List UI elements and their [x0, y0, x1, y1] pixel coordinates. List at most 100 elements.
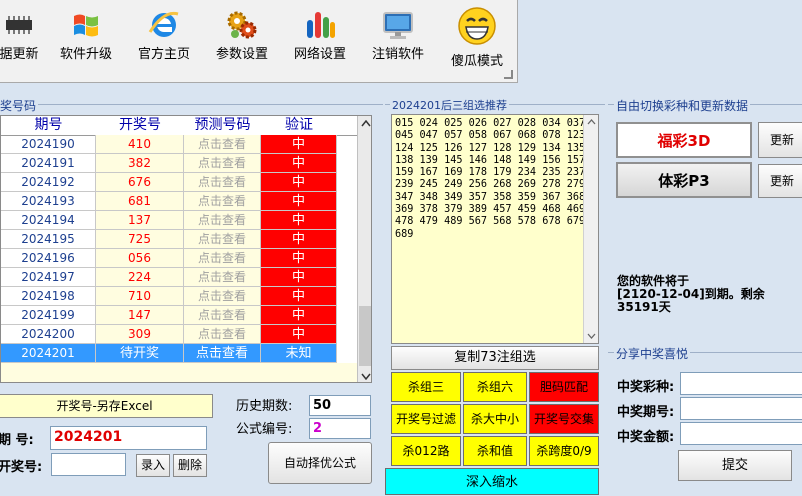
draw-number-cell: 681: [96, 192, 184, 211]
draw-number-cell: 137: [96, 211, 184, 230]
formula-number-input[interactable]: 2: [309, 418, 371, 439]
view-prediction-link[interactable]: 点击查看: [184, 154, 261, 173]
verify-cell: 中: [261, 211, 337, 230]
period-cell: 2024201: [1, 344, 96, 363]
period-cell: 2024191: [1, 154, 96, 173]
unregister-software-button[interactable]: 注销软件: [367, 0, 429, 70]
draw-number-filter-button[interactable]: 开奖号过滤: [391, 404, 461, 434]
table-row[interactable]: 2024192 676 点击查看 中: [1, 173, 357, 192]
recommended-numbers-box[interactable]: 015 024 025 026 027 028 034 037 045 047 …: [391, 114, 599, 344]
table-row[interactable]: 2024198 710 点击查看 中: [1, 287, 357, 306]
network-settings-button[interactable]: 网络设置: [289, 0, 351, 70]
share-win-title: 分享中奖喜悦: [614, 345, 691, 362]
period-cell: 2024190: [1, 135, 96, 154]
kill-group6-button[interactable]: 杀组六: [463, 372, 527, 402]
software-upgrade-label: 软件升级: [59, 47, 112, 62]
kill-span-button[interactable]: 杀跨度0/9: [529, 436, 599, 466]
win-amount-input[interactable]: [680, 422, 802, 445]
period-cell: 2024192: [1, 173, 96, 192]
expiry-line-3: 35191天: [617, 300, 671, 314]
view-prediction-link[interactable]: 点击查看: [184, 211, 261, 230]
unregister-software-label: 注销软件: [371, 47, 424, 62]
fc3d-button[interactable]: 福彩3D: [616, 122, 752, 158]
draw-number-cell: 710: [96, 287, 184, 306]
scroll-up-arrow-icon[interactable]: [587, 119, 596, 125]
draw-number-cell: 待开奖: [96, 344, 184, 363]
tcp3-button[interactable]: 体彩P3: [616, 162, 752, 198]
history-count-input[interactable]: 50: [309, 395, 371, 416]
bold-code-match-button[interactable]: 胆码匹配: [529, 372, 599, 402]
formula-number-label: 公式编号:: [236, 422, 293, 437]
view-prediction-link[interactable]: 点击查看: [184, 192, 261, 211]
kill-group3-button[interactable]: 杀组三: [391, 372, 461, 402]
table-row[interactable]: 2024191 382 点击查看 中: [1, 154, 357, 173]
period-cell: 2024197: [1, 268, 96, 287]
verify-cell: 中: [261, 230, 337, 249]
verify-cell: 未知: [261, 344, 337, 363]
scroll-down-arrow-icon[interactable]: [587, 333, 596, 339]
network-settings-label: 网络设置: [293, 47, 346, 62]
recommendation-title: 2024201后三组选推荐: [390, 97, 509, 113]
switch-lottery-title: 自由切换彩种和更新数据: [614, 97, 751, 114]
period-number-input[interactable]: 2024201: [50, 426, 207, 450]
table-row[interactable]: 2024200 309 点击查看 中: [1, 325, 357, 344]
view-prediction-link[interactable]: 点击查看: [184, 306, 261, 325]
auto-select-formula-button[interactable]: 自动择优公式: [268, 442, 372, 484]
numbers-vertical-scrollbar[interactable]: [583, 115, 598, 343]
table-row[interactable]: 2024193 681 点击查看 中: [1, 192, 357, 211]
gears-icon: [225, 8, 259, 42]
period-number-label: 期 号:: [0, 433, 34, 448]
column-header-blank: [337, 116, 357, 136]
table-vertical-scrollbar[interactable]: [357, 116, 371, 382]
table-row[interactable]: 2024199 147 点击查看 中: [1, 306, 357, 325]
parameter-settings-button[interactable]: 参数设置: [211, 0, 273, 70]
table-row[interactable]: 2024195 725 点击查看 中: [1, 230, 357, 249]
update-fc3d-button[interactable]: 更新: [758, 122, 802, 158]
update-tcp3-button[interactable]: 更新: [758, 164, 802, 198]
draw-number-cell: 147: [96, 306, 184, 325]
view-prediction-link[interactable]: 点击查看: [184, 344, 261, 363]
draw-number-input[interactable]: [51, 453, 126, 476]
column-header-verify[interactable]: 验证: [261, 116, 338, 136]
delete-button[interactable]: 删除: [173, 454, 207, 477]
copy-combinations-button[interactable]: 复制73注组选: [391, 346, 599, 370]
table-row[interactable]: 2024194 137 点击查看 中: [1, 211, 357, 230]
draw-number-intersection-button[interactable]: 开奖号交集: [529, 404, 599, 434]
scroll-down-arrow-icon[interactable]: [361, 373, 371, 380]
win-lottery-input[interactable]: [680, 372, 802, 395]
verify-cell: 中: [261, 306, 337, 325]
data-update-button[interactable]: 据更新: [0, 0, 50, 70]
official-homepage-button[interactable]: 官方主页: [133, 0, 195, 70]
view-prediction-link[interactable]: 点击查看: [184, 230, 261, 249]
table-row-selected[interactable]: 2024201 待开奖 点击查看 未知: [1, 344, 357, 363]
draw-table: 期号 开奖号 预测号码 验证 2024190 410 点击查看 中 202419…: [0, 115, 372, 383]
kill-sum-button[interactable]: 杀和值: [463, 436, 527, 466]
view-prediction-link[interactable]: 点击查看: [184, 249, 261, 268]
view-prediction-link[interactable]: 点击查看: [184, 268, 261, 287]
period-cell: 2024199: [1, 306, 96, 325]
enter-button[interactable]: 录入: [136, 454, 170, 477]
scrollbar-thumb[interactable]: [359, 306, 371, 366]
column-header-period[interactable]: 期号: [1, 116, 97, 136]
view-prediction-link[interactable]: 点击查看: [184, 173, 261, 192]
table-row-empty: [1, 363, 357, 382]
deep-shrink-button[interactable]: 深入缩水: [385, 468, 599, 495]
kill-size-button[interactable]: 杀大中小: [463, 404, 527, 434]
table-row[interactable]: 2024197 224 点击查看 中: [1, 268, 357, 287]
export-excel-button[interactable]: 开奖号-另存Excel: [0, 394, 213, 418]
table-row[interactable]: 2024196 056 点击查看 中: [1, 249, 357, 268]
dummy-mode-button[interactable]: 傻瓜模式: [446, 0, 508, 70]
kill-012-route-button[interactable]: 杀012路: [391, 436, 461, 466]
table-row[interactable]: 2024190 410 点击查看 中: [1, 135, 357, 154]
software-upgrade-button[interactable]: 软件升级: [55, 0, 117, 70]
view-prediction-link[interactable]: 点击查看: [184, 287, 261, 306]
column-header-draw[interactable]: 开奖号: [96, 116, 185, 136]
win-period-label: 中奖期号:: [617, 405, 675, 420]
view-prediction-link[interactable]: 点击查看: [184, 325, 261, 344]
view-prediction-link[interactable]: 点击查看: [184, 135, 261, 154]
win-period-input[interactable]: [680, 397, 802, 420]
column-header-prediction[interactable]: 预测号码: [184, 116, 262, 136]
scroll-up-arrow-icon[interactable]: [361, 120, 371, 127]
submit-button[interactable]: 提交: [678, 450, 792, 481]
verify-cell: 中: [261, 135, 337, 154]
